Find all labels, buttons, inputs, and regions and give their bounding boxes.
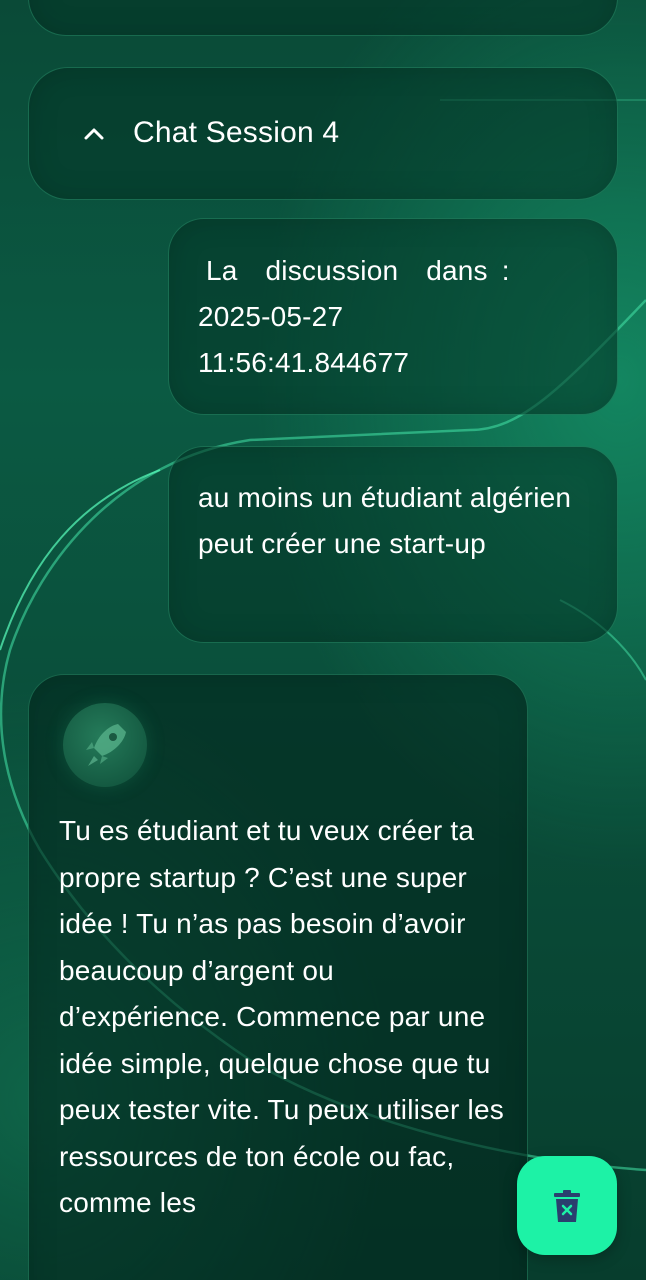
rocket-icon: [86, 724, 126, 766]
chevron-up-icon[interactable]: [82, 122, 106, 146]
assistant-avatar: [63, 703, 147, 787]
delete-button[interactable]: [517, 1156, 617, 1255]
session-title: Chat Session 4: [133, 116, 340, 149]
trash-icon: [554, 1189, 580, 1222]
user-message-text: au moins un étudiant algérien peut créer…: [198, 482, 572, 559]
previous-session-card[interactable]: [28, 0, 618, 36]
date-value: 2025-05-27: [198, 301, 344, 332]
date-label: La discussion dans :: [206, 255, 510, 286]
time-value: 11:56:41.844677: [198, 347, 410, 378]
assistant-message-text: Tu es étudiant et tu veux créer ta propr…: [59, 815, 504, 1218]
session-date-message: La discussion dans : 2025-05-27 11:56:41…: [198, 248, 598, 386]
